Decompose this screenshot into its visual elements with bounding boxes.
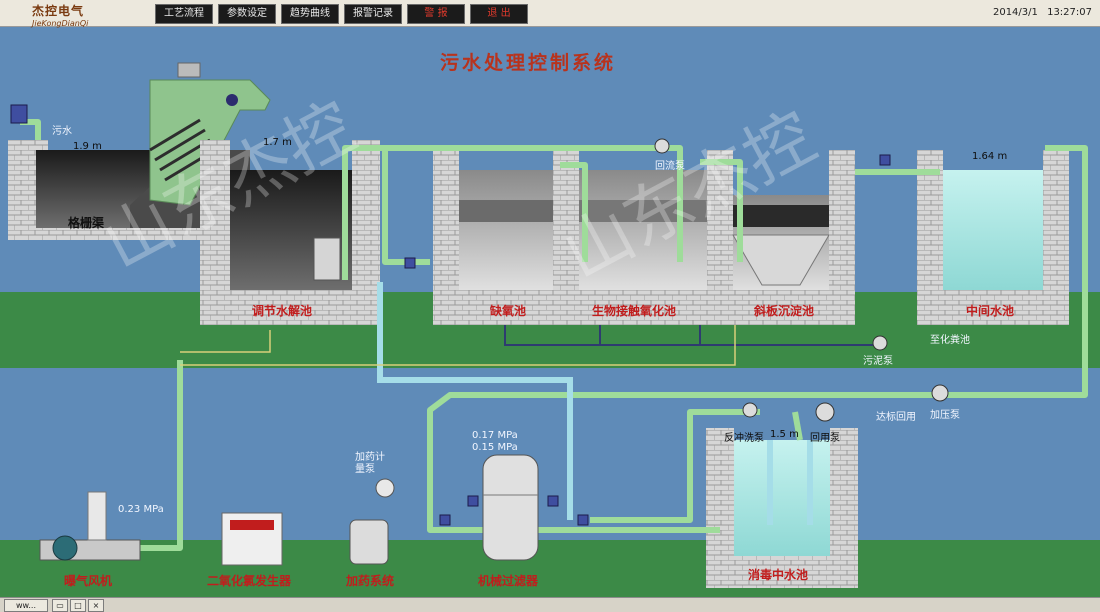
label-booster-pump: 加压泵 (930, 410, 960, 421)
label-settle-pool: 斜板沉淀池 (754, 304, 815, 318)
label-disinfect-pool: 消毒中水池 (748, 568, 809, 582)
taskbar-close-icon[interactable]: × (88, 599, 104, 612)
anoxic-pool-water (459, 170, 553, 290)
label-return-pump: 回流泵 (655, 161, 685, 172)
reading-pressure-in: 0.17 MPa (472, 430, 518, 441)
taskbar-maximize-icon[interactable]: □ (70, 599, 86, 612)
taskbar: ww... ▭ □ × (0, 597, 1100, 612)
disinfect-pool-water (734, 440, 830, 556)
screen-top-unit (177, 62, 201, 78)
label-adjust-pool: 调节水解池 (252, 304, 313, 318)
process-diagram: 山东杰控 山东杰控 (0, 62, 1100, 598)
taskbar-item[interactable]: ww... (4, 599, 48, 612)
blower-unit (39, 491, 141, 561)
label-sewage: 污水 (52, 126, 72, 137)
label-grid-pool: 格栅渠 (68, 216, 105, 230)
settle-pool-wall-right (829, 150, 855, 325)
label-to-septic: 至化粪池 (930, 335, 970, 346)
label-anoxic-pool: 缺氧池 (490, 304, 527, 318)
page-title: 污水处理控制系统 (440, 52, 617, 74)
label-blower: 曝气风机 (64, 574, 113, 588)
mid-pool-water (943, 170, 1043, 290)
label-reuse: 达标回用 (876, 412, 916, 423)
label-reuse-pump: 回用泵 (810, 433, 840, 444)
screen-motor (226, 94, 238, 106)
reading-grid-level: 1.9 m (73, 141, 102, 152)
label-bio-pool: 生物接触氧化池 (592, 304, 677, 318)
label-dosing-system: 加药系统 (346, 574, 395, 588)
label-backwash-pump: 反冲洗泵 (724, 433, 764, 444)
label-dosing-pump: 加药计量泵 (355, 452, 385, 475)
reading-mid-level: 1.64 m (972, 151, 1008, 162)
reading-disinfect-level: 1.5 m (770, 429, 799, 440)
anoxic-media (459, 200, 553, 222)
reading-pressure-out: 0.15 MPa (472, 442, 518, 453)
dosing-pump (375, 478, 395, 498)
mechanical-filter (482, 454, 539, 561)
taskbar-restore-icon[interactable]: ▭ (52, 599, 68, 612)
reading-blower-pressure: 0.23 MPa (118, 504, 164, 515)
label-sludge-pump: 污泥泵 (863, 356, 893, 367)
label-mechanical-filter: 机械过滤器 (478, 574, 539, 588)
label-chlorine-generator: 二氧化氯发生器 (207, 574, 292, 588)
chlorine-generator-panel (230, 520, 274, 530)
reading-adjust-level: 1.7 m (263, 137, 292, 148)
dosing-tank (349, 519, 389, 565)
label-mid-pool: 中间水池 (966, 304, 1015, 318)
adjust-pool-pump (313, 237, 341, 281)
